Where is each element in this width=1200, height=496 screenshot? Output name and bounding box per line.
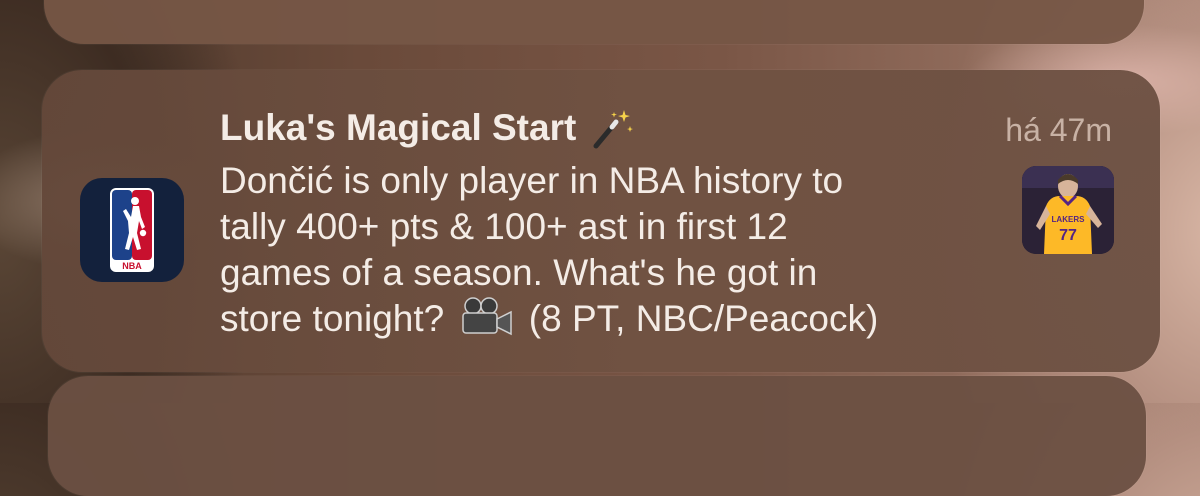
notification-body-text: (8 PT, NBC/Peacock) [528, 298, 879, 339]
notification-timestamp: há 47m [1005, 112, 1112, 148]
nba-logo-text: NBA [122, 261, 142, 271]
notification-title: Luka's Magical Start [220, 107, 577, 148]
notification-card-next[interactable] [48, 376, 1146, 496]
notification-body-line: tally 400+ pts & 100+ ast in first 12 [220, 206, 788, 247]
notification-body-line: games of a season. What's he got in [220, 252, 818, 293]
nba-logo-icon: NBA [110, 188, 154, 272]
notification-title-row: Luka's Magical Start [220, 106, 634, 150]
jersey-number: 77 [1059, 227, 1077, 244]
player-photo: LAKERS 77 [1022, 166, 1114, 254]
notification-body-line: store tonight? (8 PT, NBC/Peacock) [220, 296, 990, 342]
magic-wand-icon [590, 106, 634, 150]
notification-body-line: Dončić is only player in NBA history to [220, 160, 844, 201]
notification-body-text: store tonight? [220, 298, 445, 339]
notification-thumbnail: LAKERS 77 [1022, 166, 1114, 254]
nba-app-icon: NBA [80, 178, 184, 282]
movie-camera-icon [459, 297, 515, 337]
notification-card-previous[interactable] [44, 0, 1144, 44]
svg-text:LAKERS: LAKERS [1052, 215, 1086, 224]
notification-body: Dončić is only player in NBA history to … [220, 158, 990, 342]
